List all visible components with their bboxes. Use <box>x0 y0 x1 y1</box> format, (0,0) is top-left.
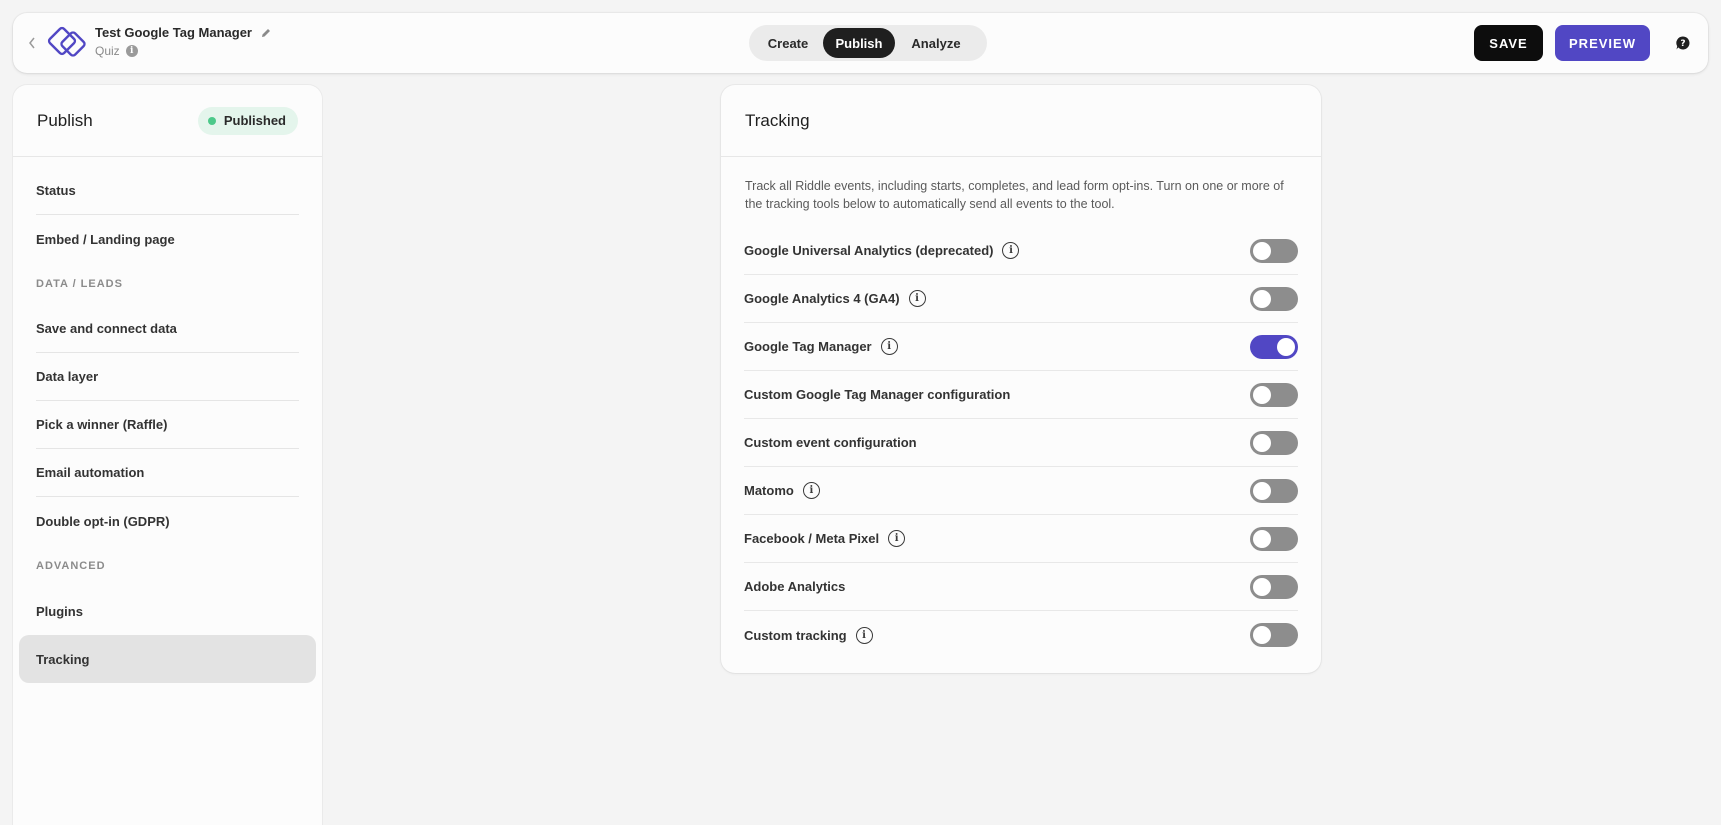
tab-analyze[interactable]: Analyze <box>895 28 977 58</box>
tracking-row-label: Google Analytics 4 (GA4) <box>744 291 900 306</box>
custom-event-config-toggle[interactable] <box>1250 430 1298 455</box>
tracking-row-label: Custom Google Tag Manager configuration <box>744 387 1011 402</box>
tab-publish[interactable]: Publish <box>823 28 895 58</box>
universal-analytics-toggle[interactable] <box>1250 238 1298 263</box>
tracking-row-ga4: Google Analytics 4 (GA4) i <box>744 275 1298 323</box>
tracking-card: Tracking Track all Riddle events, includ… <box>721 85 1321 673</box>
top-bar: Test Google Tag Manager Quiz i Create Pu… <box>13 13 1708 73</box>
info-icon[interactable]: i <box>125 45 138 57</box>
sidebar-item-plugins[interactable]: Plugins <box>36 587 299 635</box>
sidebar-item-save-connect[interactable]: Save and connect data <box>36 305 299 353</box>
status-badge-label: Published <box>223 113 286 128</box>
sidebar-item-raffle[interactable]: Pick a winner (Raffle) <box>36 401 299 449</box>
tracking-row-label: Custom tracking <box>744 627 847 643</box>
back-chevron-icon[interactable] <box>27 35 37 51</box>
info-icon[interactable]: i <box>908 290 926 307</box>
adobe-analytics-toggle[interactable] <box>1250 574 1298 599</box>
sidebar-item-email-automation[interactable]: Email automation <box>36 449 299 497</box>
tracking-row-label: Google Universal Analytics (deprecated) <box>744 243 994 258</box>
info-icon[interactable]: i <box>880 338 898 355</box>
tracking-row-universal-analytics: Google Universal Analytics (deprecated) … <box>744 227 1298 275</box>
tracking-row-adobe-analytics: Adobe Analytics <box>744 563 1298 611</box>
sidebar-header: Publish Published <box>13 85 322 157</box>
status-dot-icon <box>207 116 216 125</box>
google-tag-manager-toggle[interactable] <box>1250 334 1298 359</box>
info-icon[interactable]: i <box>888 530 906 547</box>
tracking-list: Google Universal Analytics (deprecated) … <box>721 227 1321 659</box>
sidebar-section-advanced: ADVANCED <box>36 560 106 572</box>
sidebar-item-data-layer[interactable]: Data layer <box>36 353 299 401</box>
ga4-toggle[interactable] <box>1250 286 1298 311</box>
tracking-row-google-tag-manager: Google Tag Manager i <box>744 323 1298 371</box>
project-title[interactable]: Test Google Tag Manager <box>95 25 272 40</box>
tracking-title: Tracking <box>721 85 1321 157</box>
tracking-row-custom-gtm-config: Custom Google Tag Manager configuration <box>744 371 1298 419</box>
custom-tracking-toggle[interactable] <box>1250 623 1298 647</box>
status-badge: Published <box>197 106 298 135</box>
tracking-description: Track all Riddle events, including start… <box>745 179 1284 211</box>
sidebar-section-data-leads: DATA / LEADS <box>36 278 123 290</box>
project-type-label: Quiz <box>95 44 120 58</box>
sidebar-title: Publish <box>37 110 93 130</box>
sidebar-item-embed[interactable]: Embed / Landing page <box>36 215 299 263</box>
tracking-row-custom-event-config: Custom event configuration <box>744 419 1298 467</box>
sidebar-item-tracking[interactable]: Tracking <box>19 635 316 683</box>
pencil-icon[interactable] <box>260 27 272 39</box>
matomo-toggle[interactable] <box>1250 478 1298 503</box>
preview-button[interactable]: PREVIEW <box>1555 25 1650 61</box>
info-icon[interactable]: i <box>1002 242 1020 259</box>
save-button[interactable]: SAVE <box>1474 25 1543 61</box>
logo-icon[interactable] <box>38 25 92 61</box>
tracking-row-label: Adobe Analytics <box>744 579 846 594</box>
info-icon[interactable]: i <box>855 626 873 644</box>
sidebar: Publish Published Status Embed / Landing… <box>13 85 322 825</box>
mode-switch: Create Publish Analyze <box>749 25 987 61</box>
svg-text:?: ? <box>1680 39 1685 49</box>
tracking-row-label: Facebook / Meta Pixel <box>744 531 880 546</box>
sidebar-item-double-opt-in[interactable]: Double opt-in (GDPR) <box>36 497 299 545</box>
facebook-pixel-toggle[interactable] <box>1250 526 1298 551</box>
project-type: Quiz i <box>95 44 138 58</box>
info-icon[interactable]: i <box>802 482 820 499</box>
tracking-row-label: Google Tag Manager <box>744 339 872 354</box>
tracking-row-matomo: Matomo i <box>744 467 1298 515</box>
project-title-text: Test Google Tag Manager <box>95 25 252 40</box>
tracking-row-facebook-pixel: Facebook / Meta Pixel i <box>744 515 1298 563</box>
help-chat-icon[interactable]: ? <box>1675 35 1691 51</box>
tracking-row-custom-tracking: Custom tracking i <box>744 611 1298 659</box>
sidebar-nav: Status Embed / Landing page DATA / LEADS… <box>13 157 322 683</box>
custom-gtm-config-toggle[interactable] <box>1250 382 1298 407</box>
sidebar-item-status[interactable]: Status <box>36 167 299 215</box>
tracking-row-label: Matomo <box>744 483 794 498</box>
tracking-row-label: Custom event configuration <box>744 435 917 450</box>
tab-create[interactable]: Create <box>753 28 823 58</box>
